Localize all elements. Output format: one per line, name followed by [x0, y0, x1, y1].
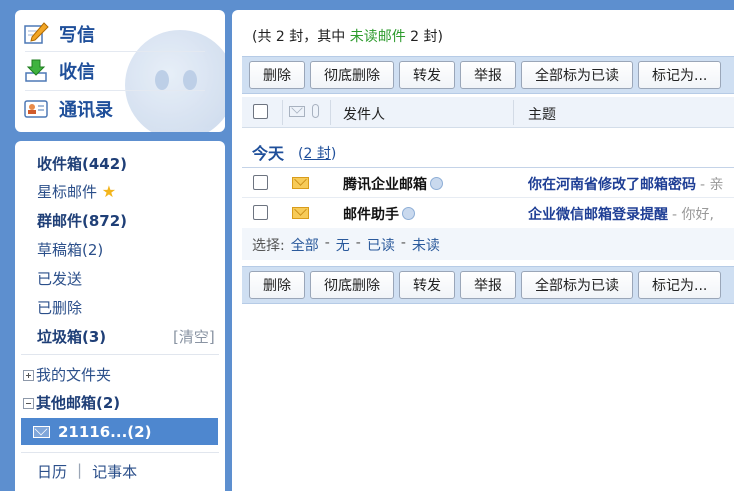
receive-button[interactable]: 收信 [23, 53, 203, 89]
summary-prefix: (共 2 封，其中 [252, 29, 350, 45]
mail-sender-text: 腾讯企业邮箱 [343, 177, 427, 193]
calendar-link[interactable]: 日历 [37, 461, 67, 482]
notes-link[interactable]: 记事本 [92, 461, 137, 482]
clear-spam-link[interactable]: [清空] [173, 326, 215, 347]
mail-subject-text: 企业微信邮箱登录提醒 [528, 207, 668, 223]
mail-sender: 邮件助手 [343, 204, 415, 224]
folder-starred[interactable]: 星标邮件 ★ [37, 181, 116, 202]
group-count-close: ) [330, 146, 337, 162]
compose-button[interactable]: 写信 [23, 16, 203, 52]
select-dash: - [324, 235, 330, 251]
delete-button[interactable]: 删除 [249, 61, 305, 89]
verified-icon [402, 207, 415, 220]
mail-checkbox[interactable] [253, 205, 268, 220]
select-dash: - [355, 235, 361, 251]
mail-summary: (共 2 封，其中 未读邮件 2 封) [252, 26, 443, 46]
column-subject[interactable]: 主题 [528, 104, 556, 124]
select-read-link[interactable]: 已读 [367, 235, 395, 255]
mark-as-button[interactable]: 标记为... [638, 271, 722, 299]
select-unread-link[interactable]: 未读 [412, 235, 440, 255]
folder-deleted[interactable]: 已删除 [37, 297, 82, 318]
mail-subject-text: 你在河南省修改了邮箱密码 [528, 177, 696, 193]
mail-row[interactable]: 腾讯企业邮箱 你在河南省修改了邮箱密码 - 亲 [242, 169, 734, 197]
toolbar-top: 删除 彻底删除 转发 举报 全部标为已读 标记为... [242, 56, 734, 94]
mail-sender: 腾讯企业邮箱 [343, 174, 443, 194]
compose-label: 写信 [59, 25, 95, 46]
group-count-link[interactable]: 2 封 [303, 146, 330, 162]
star-icon: ★ [101, 182, 117, 201]
folder-panel: 收件箱(442) 星标邮件 ★ 群邮件(872) 草稿箱(2) 已发送 已删除 … [15, 141, 225, 491]
report-button[interactable]: 举报 [460, 61, 516, 89]
envelope-icon [33, 425, 50, 438]
bottom-links: 日历 | 记事本 [37, 461, 137, 482]
collapse-icon [23, 398, 34, 409]
mail-checkbox[interactable] [253, 175, 268, 190]
mark-as-button[interactable]: 标记为... [638, 61, 722, 89]
folder-group-mail[interactable]: 群邮件(872) [37, 210, 127, 231]
column-header: 发件人 主题 [242, 97, 734, 128]
contacts-icon [23, 96, 49, 122]
link-separator: | [77, 461, 83, 479]
mail-row[interactable]: 邮件助手 企业微信邮箱登录提醒 - 你好, [242, 199, 734, 227]
select-bar: 选择: 全部 - 无 - 已读 - 未读 [252, 235, 440, 255]
quick-actions-panel: 写信 收信 通讯录 [15, 10, 225, 132]
mark-all-read-button[interactable]: 全部标为已读 [521, 271, 633, 299]
select-dash: - [400, 235, 406, 251]
account-label: 21116...(2) [58, 422, 152, 441]
account-item-selected[interactable]: 21116...(2) [21, 418, 218, 445]
receive-icon [23, 58, 49, 84]
other-mailboxes-label: 其他邮箱(2) [36, 394, 121, 412]
folder-sent[interactable]: 已发送 [37, 268, 82, 289]
read-status-icon [289, 106, 305, 117]
forward-button[interactable]: 转发 [399, 61, 455, 89]
mail-subject[interactable]: 企业微信邮箱登录提醒 - 你好, [528, 204, 714, 224]
attachment-icon [312, 104, 319, 118]
folder-inbox[interactable]: 收件箱(442) [37, 153, 127, 174]
delete-permanently-button[interactable]: 彻底删除 [310, 271, 394, 299]
unread-envelope-icon [292, 207, 309, 219]
toolbar-bottom: 删除 彻底删除 转发 举报 全部标为已读 标记为... [242, 266, 734, 304]
group-today-count[interactable]: (2 封) [298, 143, 336, 163]
mail-subject[interactable]: 你在河南省修改了邮箱密码 - 亲 [528, 174, 724, 194]
my-folders-toggle[interactable]: 我的文件夹 [23, 364, 111, 385]
select-label: 选择: [252, 238, 285, 254]
summary-unread-link[interactable]: 未读邮件 [350, 29, 406, 45]
compose-icon [23, 21, 49, 47]
contacts-button[interactable]: 通讯录 [23, 91, 203, 127]
mail-preview: - 亲 [700, 177, 724, 193]
unread-envelope-icon [292, 177, 309, 189]
mail-list-panel: (共 2 封，其中 未读邮件 2 封) 删除 彻底删除 转发 举报 全部标为已读… [232, 10, 734, 491]
forward-button[interactable]: 转发 [399, 271, 455, 299]
mark-all-read-button[interactable]: 全部标为已读 [521, 61, 633, 89]
mail-sender-text: 邮件助手 [343, 207, 399, 223]
contacts-label: 通讯录 [59, 100, 113, 121]
delete-permanently-button[interactable]: 彻底删除 [310, 61, 394, 89]
folder-starred-label: 星标邮件 [37, 183, 98, 201]
select-all-checkbox[interactable] [253, 104, 268, 119]
group-today-label: 今天 [252, 144, 285, 163]
verified-icon [430, 177, 443, 190]
folder-drafts[interactable]: 草稿箱(2) [37, 239, 103, 260]
summary-suffix: 2 封) [405, 29, 444, 45]
expand-icon [23, 370, 34, 381]
select-all-link[interactable]: 全部 [291, 235, 319, 255]
other-mailboxes-toggle[interactable]: 其他邮箱(2) [23, 392, 120, 413]
select-none-link[interactable]: 无 [336, 235, 350, 255]
column-sender[interactable]: 发件人 [343, 104, 385, 124]
receive-label: 收信 [59, 62, 95, 83]
mail-preview: - 你好, [672, 207, 714, 223]
folder-spam[interactable]: 垃圾箱(3) [37, 326, 106, 347]
delete-button[interactable]: 删除 [249, 271, 305, 299]
report-button[interactable]: 举报 [460, 271, 516, 299]
my-folders-label: 我的文件夹 [36, 366, 112, 384]
